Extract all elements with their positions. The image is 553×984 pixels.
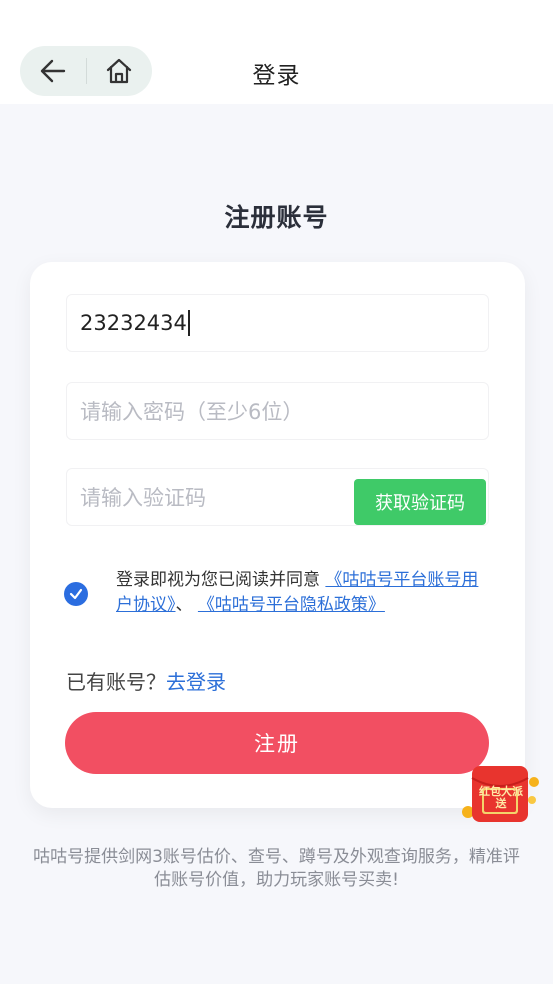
phone-input[interactable]: 23232434 (66, 294, 489, 352)
redpack-label: 红包大派送 (479, 785, 523, 810)
code-placeholder: 请输入验证码 (80, 486, 206, 510)
privacy-policy-link[interactable]: 《咕咕号平台隐私政策》 (198, 595, 385, 615)
have-account-row: 已有账号？去登录 (66, 666, 226, 695)
agreement-text: 登录即视为您已阅读并同意 《咕咕号平台账号用户协议》、 《咕咕号平台隐私政策》 (116, 568, 494, 618)
check-icon (69, 588, 83, 600)
top-bar: 登录 (0, 0, 553, 104)
footer-note: 咕咕号提供剑网3账号估价、查号、蹲号及外观查询服务，精准评估账号价值，助力玩家账… (33, 847, 520, 890)
agreement-separator: 、 (175, 595, 193, 615)
phone-value: 23232434 (80, 311, 187, 335)
register-heading: 注册账号 (224, 203, 329, 232)
register-card: 23232434 请输入密码（至少6位） 请输入验证码 获取验证码 登录即视为您… (30, 262, 525, 808)
have-account-text: 已有账号？ (66, 670, 166, 694)
go-login-link[interactable]: 去登录 (166, 670, 226, 694)
redpack-float-button[interactable]: 红包大派送 (462, 760, 540, 828)
password-input[interactable]: 请输入密码（至少6位） (66, 382, 489, 440)
password-placeholder: 请输入密码（至少6位） (80, 400, 304, 424)
code-input[interactable]: 请输入验证码 获取验证码 (66, 468, 489, 526)
register-button[interactable]: 注册 (65, 712, 489, 774)
get-code-button[interactable]: 获取验证码 (354, 479, 486, 525)
agreement-label: 登录即视为您已阅读并同意 (116, 570, 320, 590)
text-caret (187, 310, 190, 336)
page-title: 登录 (252, 63, 301, 89)
agreement-checkbox[interactable] (64, 582, 88, 606)
